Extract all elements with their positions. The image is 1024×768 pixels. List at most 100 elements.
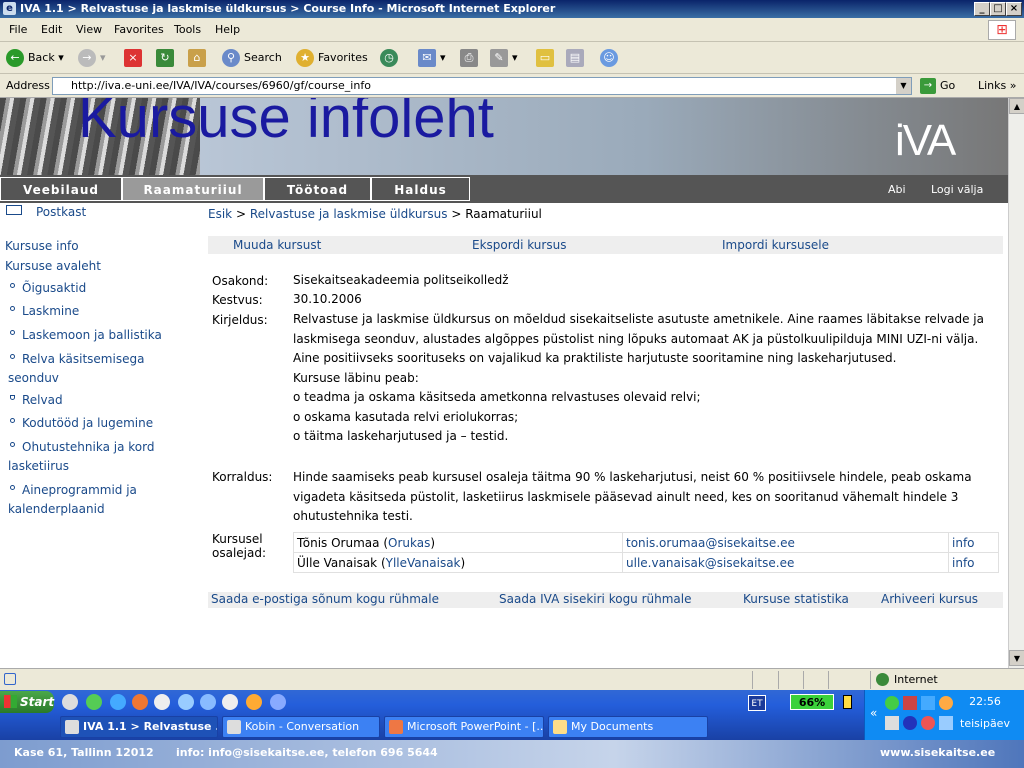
forward-button[interactable]: → ▾ — [78, 48, 106, 68]
vertical-scrollbar[interactable]: ▲ ▼ — [1008, 98, 1024, 668]
tab-veebilaud[interactable]: Veebilaud — [0, 177, 122, 201]
course-home-link[interactable]: Kursuse avaleht — [5, 259, 101, 273]
menu-help[interactable]: Help — [215, 23, 240, 36]
email-group-link[interactable]: Saada e-postiga sõnum kogu rühmale — [211, 592, 439, 606]
messenger-icon: ☺ — [600, 49, 618, 67]
maximize-button[interactable]: □ — [990, 2, 1006, 16]
participant-user-link[interactable]: Orukas — [388, 536, 430, 550]
quicklaunch-icon[interactable] — [270, 694, 286, 710]
scroll-down-icon[interactable]: ▼ — [1009, 650, 1024, 666]
quicklaunch-icon[interactable] — [110, 694, 126, 710]
edit-icon: ✎ — [490, 49, 508, 67]
left-nav-item[interactable]: Ohutustehnika ja kord lasketiirus — [8, 438, 198, 476]
course-statistics-link[interactable]: Kursuse statistika — [743, 592, 849, 606]
tray-icon[interactable] — [921, 716, 935, 730]
left-nav-item[interactable]: Kodutööd ja lugemine — [10, 416, 153, 430]
duration-value: 30.10.2006 — [293, 292, 362, 306]
participant-info-link[interactable]: info — [952, 556, 975, 570]
start-button[interactable]: Start — [0, 691, 54, 713]
quicklaunch-icon[interactable] — [62, 694, 78, 710]
menu-file[interactable]: File — [9, 23, 27, 36]
address-dropdown-icon[interactable]: ▼ — [896, 78, 911, 94]
search-button[interactable]: ⚲ Search — [222, 48, 282, 68]
quicklaunch-icon[interactable] — [246, 694, 262, 710]
participant-name: Ülle Vanaisak — [297, 555, 378, 570]
favorites-button[interactable]: ★ Favorites — [296, 48, 368, 68]
tray-icon[interactable] — [921, 696, 935, 710]
quicklaunch-icon[interactable] — [86, 694, 102, 710]
quicklaunch-icon[interactable] — [154, 694, 170, 710]
address-input[interactable]: http://iva.e-uni.ee/IVA/IVA/courses/6960… — [52, 77, 912, 95]
internal-mail-link[interactable]: Saada IVA sisekiri kogu rühmale — [499, 592, 692, 606]
left-nav-item[interactable]: Relvad — [10, 393, 63, 407]
footer-site: www.sisekaitse.ee — [880, 746, 996, 759]
task-my-documents[interactable]: My Documents — [548, 716, 708, 738]
breadcrumb-course[interactable]: Relvastuse ja laskmise üldkursus — [250, 207, 448, 221]
language-indicator[interactable]: ET — [748, 695, 766, 711]
participant-email-link[interactable]: tonis.orumaa@sisekaitse.ee — [626, 536, 795, 550]
export-course-link[interactable]: Ekspordi kursus — [472, 238, 566, 252]
back-button[interactable]: ← Back ▾ — [6, 48, 64, 68]
tab-tootoad[interactable]: Töötoad — [264, 177, 371, 201]
battery-indicator[interactable]: 66% — [790, 694, 834, 710]
postkast-link[interactable]: Postkast — [6, 205, 86, 219]
research-button[interactable]: ▤ — [566, 48, 588, 68]
task-powerpoint[interactable]: Microsoft PowerPoint - [... — [384, 716, 544, 738]
tray-icon[interactable] — [885, 696, 899, 710]
left-nav-item[interactable]: Laskemoon ja ballistika — [10, 328, 162, 342]
minimize-button[interactable]: _ — [974, 2, 990, 16]
course-action-bar: Muuda kursust Ekspordi kursus Impordi ku… — [208, 236, 1003, 254]
menu-edit[interactable]: Edit — [41, 23, 62, 36]
description-value: Relvastuse ja laskmise üldkursus on mõel… — [293, 310, 998, 447]
participant-cell: Tõnis Orumaa (Orukas) — [293, 532, 623, 553]
go-button[interactable]: → Go — [920, 78, 955, 94]
left-nav-item[interactable]: Aineprogrammid ja kalenderplaanid — [8, 481, 198, 519]
menu-favorites[interactable]: Favorites — [114, 23, 164, 36]
task-ie[interactable]: IVA 1.1 > Relvastuse ... — [60, 716, 218, 738]
menu-view[interactable]: View — [76, 23, 102, 36]
archive-course-link[interactable]: Arhiveeri kursus — [881, 592, 978, 606]
left-nav-item[interactable]: Õigusaktid — [10, 281, 86, 295]
tray-icon[interactable] — [885, 716, 899, 730]
mail-button[interactable]: ✉ ▾ — [418, 48, 446, 68]
stop-button[interactable]: × — [124, 48, 146, 68]
taskbar: Start IVA 1.1 > Relvastuse ... Kobin - C… — [0, 690, 1024, 740]
quicklaunch-icon[interactable] — [178, 694, 194, 710]
tray-icon[interactable] — [903, 716, 917, 730]
task-kobin[interactable]: Kobin - Conversation — [222, 716, 380, 738]
refresh-button[interactable]: ↻ — [156, 48, 178, 68]
course-info-link[interactable]: Kursuse info — [5, 239, 79, 253]
left-nav-item[interactable]: Laskmine — [10, 304, 79, 318]
quicklaunch-icon[interactable] — [222, 694, 238, 710]
participant-user-link[interactable]: YlleVanaisak — [386, 556, 461, 570]
tab-raamaturiiul[interactable]: Raamaturiiul — [122, 177, 264, 201]
links-button[interactable]: Links » — [978, 79, 1017, 92]
messenger-button[interactable]: ☺ — [600, 48, 622, 68]
tray-expand-icon[interactable]: « — [870, 706, 877, 720]
participant-cell: Ülle Vanaisak (YlleVanaisak) — [293, 552, 623, 573]
edit-course-link[interactable]: Muuda kursust — [233, 238, 321, 252]
tray-icon[interactable] — [903, 696, 917, 710]
home-button[interactable]: ⌂ — [188, 48, 210, 68]
description-line: o teadma ja oskama käsitseda ametkonna r… — [293, 390, 701, 404]
tab-haldus[interactable]: Haldus — [371, 177, 470, 201]
left-nav-item[interactable]: Relva käsitsemisega seonduv — [8, 350, 198, 388]
edit-button[interactable]: ✎ ▾ — [490, 48, 518, 68]
import-course-link[interactable]: Impordi kursusele — [722, 238, 829, 252]
history-button[interactable]: ◷ — [380, 48, 402, 68]
participant-info-link[interactable]: info — [952, 536, 975, 550]
organization-value: Hinde saamiseks peab kursusel osaleja tä… — [293, 470, 972, 523]
quicklaunch-icon[interactable] — [132, 694, 148, 710]
scroll-up-icon[interactable]: ▲ — [1009, 98, 1024, 114]
help-link[interactable]: Abi — [888, 183, 906, 196]
logout-link[interactable]: Logi välja — [931, 183, 983, 196]
quicklaunch-icon[interactable] — [200, 694, 216, 710]
close-button[interactable]: × — [1006, 2, 1022, 16]
clock[interactable]: 22:56 — [950, 695, 1020, 708]
bullet-icon — [10, 330, 15, 335]
discuss-button[interactable]: ▭ — [536, 48, 558, 68]
breadcrumb-home[interactable]: Esik — [208, 207, 232, 221]
participant-email-link[interactable]: ulle.vanaisak@sisekaitse.ee — [626, 556, 794, 570]
print-button[interactable]: ⎙ — [460, 48, 482, 68]
menu-tools[interactable]: Tools — [174, 23, 201, 36]
